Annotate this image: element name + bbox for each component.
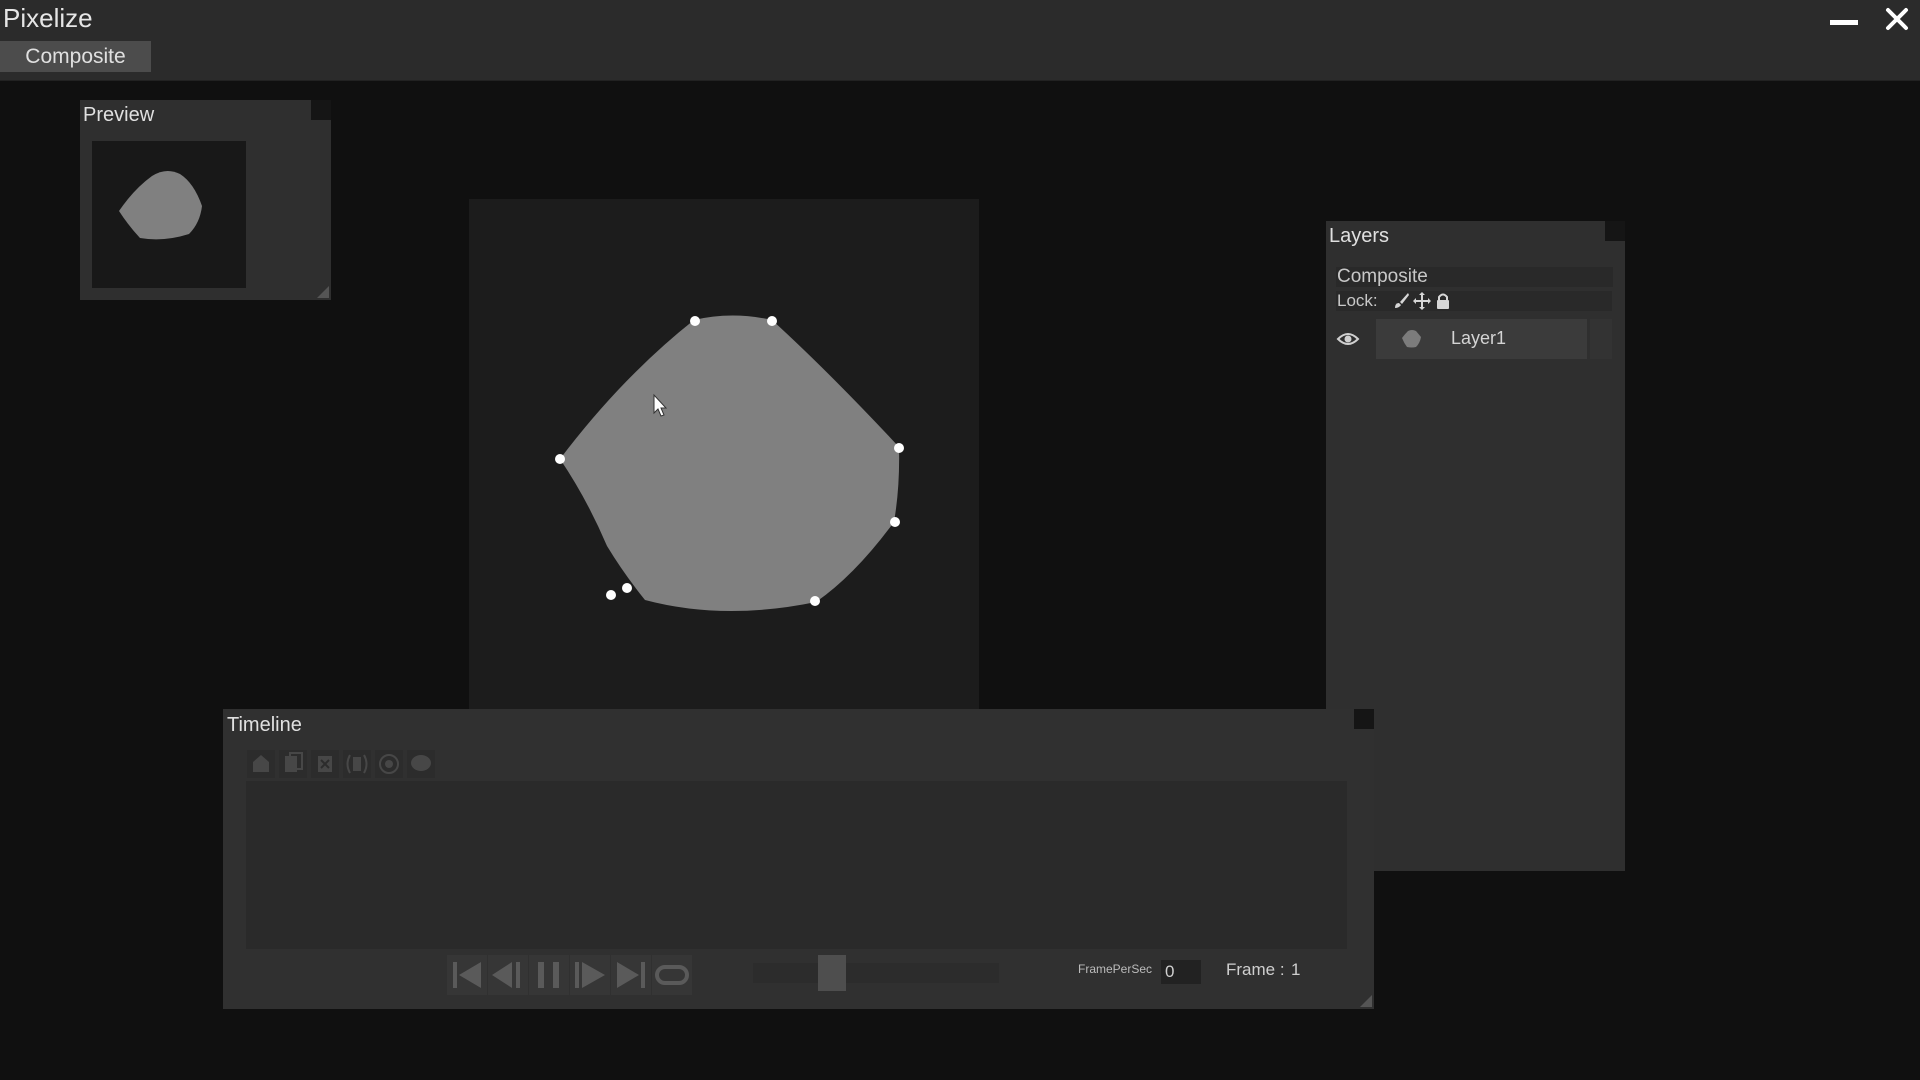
vertex-handle[interactable] bbox=[894, 443, 904, 453]
layer-thumbnail bbox=[1402, 330, 1421, 348]
vertex-handle[interactable] bbox=[890, 517, 900, 527]
loop-icon bbox=[655, 965, 689, 985]
play-icon bbox=[575, 962, 605, 988]
vertex-handle[interactable] bbox=[606, 590, 616, 600]
loop-button[interactable] bbox=[652, 955, 692, 995]
lock-label: Lock: bbox=[1337, 291, 1378, 310]
add-frame-button[interactable] bbox=[247, 750, 275, 778]
brush-icon[interactable] bbox=[1392, 292, 1410, 310]
pause-button[interactable] bbox=[529, 955, 569, 995]
vertex-handle[interactable] bbox=[767, 316, 777, 326]
layer-group-name[interactable]: Composite bbox=[1336, 267, 1613, 287]
preview-resize-grip[interactable] bbox=[317, 286, 329, 298]
vertex-handle[interactable] bbox=[555, 454, 565, 464]
pause-icon bbox=[538, 962, 559, 988]
delete-frame-button[interactable] bbox=[311, 750, 339, 778]
comment-icon bbox=[411, 755, 431, 771]
frame-scrubber-track[interactable] bbox=[753, 963, 999, 983]
preview-panel: Preview bbox=[80, 100, 331, 300]
close-icon bbox=[1886, 8, 1908, 30]
first-frame-button[interactable] bbox=[447, 955, 487, 995]
delete-frame-icon bbox=[318, 756, 332, 772]
timeline-resize-grip[interactable] bbox=[1360, 995, 1372, 1007]
drawing-canvas[interactable] bbox=[469, 199, 979, 709]
previous-frame-icon bbox=[492, 962, 520, 988]
fps-label: FramePerSec bbox=[1078, 962, 1153, 976]
vertex-handle[interactable] bbox=[690, 316, 700, 326]
layers-scrollbar[interactable] bbox=[1590, 319, 1612, 359]
timeline-close-button[interactable] bbox=[1354, 709, 1374, 729]
eye-icon[interactable] bbox=[1336, 329, 1360, 349]
timeline-panel: Timeline FramePerSec 0 Frame: 1 bbox=[223, 709, 1374, 1009]
onion-skin-button[interactable] bbox=[343, 750, 371, 778]
vertex-handle[interactable] bbox=[622, 583, 632, 593]
layer-name: Layer1 bbox=[1451, 328, 1507, 348]
fps-input[interactable] bbox=[1161, 960, 1201, 984]
canvas-svg bbox=[555, 315, 904, 612]
lock-icon[interactable] bbox=[1434, 292, 1452, 310]
onion-skin-icon bbox=[346, 754, 368, 774]
frame-label: Frame : bbox=[1226, 960, 1285, 979]
last-frame-button[interactable] bbox=[611, 955, 651, 995]
minimize-icon bbox=[1830, 20, 1858, 25]
close-button[interactable] bbox=[1880, 4, 1914, 38]
copy-frame-button[interactable] bbox=[279, 750, 307, 778]
move-icon[interactable] bbox=[1413, 292, 1431, 310]
layers-title: Layers bbox=[1329, 225, 1390, 247]
record-button[interactable] bbox=[375, 750, 403, 778]
record-icon bbox=[379, 754, 399, 774]
layer-item[interactable]: Layer1 bbox=[1376, 319, 1587, 359]
previous-frame-button[interactable] bbox=[488, 955, 528, 995]
tab-composite[interactable]: Composite bbox=[0, 41, 151, 72]
add-frame-icon bbox=[253, 755, 269, 772]
minimize-button[interactable] bbox=[1826, 4, 1860, 38]
lock-row: Lock: bbox=[1336, 291, 1612, 311]
preview-shape bbox=[119, 170, 202, 240]
preview-thumbnail bbox=[92, 141, 246, 288]
copy-frame-icon bbox=[285, 752, 303, 772]
title-bar: Pixelize Composite bbox=[0, 0, 1920, 81]
timeline-title: Timeline bbox=[227, 714, 302, 736]
play-button[interactable] bbox=[570, 955, 610, 995]
app-title: Pixelize bbox=[3, 3, 93, 33]
frame-value: 1 bbox=[1291, 960, 1301, 979]
polygon-shape[interactable] bbox=[560, 315, 900, 612]
vertex-handle[interactable] bbox=[810, 596, 820, 606]
comment-button[interactable] bbox=[407, 750, 435, 778]
timeline-frames-area[interactable] bbox=[246, 781, 1347, 949]
preview-title: Preview bbox=[83, 104, 155, 126]
first-frame-icon bbox=[453, 962, 481, 988]
last-frame-icon bbox=[617, 962, 645, 988]
preview-close-button[interactable] bbox=[311, 100, 331, 120]
frame-scrubber-thumb[interactable] bbox=[818, 955, 847, 991]
layers-close-button[interactable] bbox=[1605, 221, 1625, 241]
